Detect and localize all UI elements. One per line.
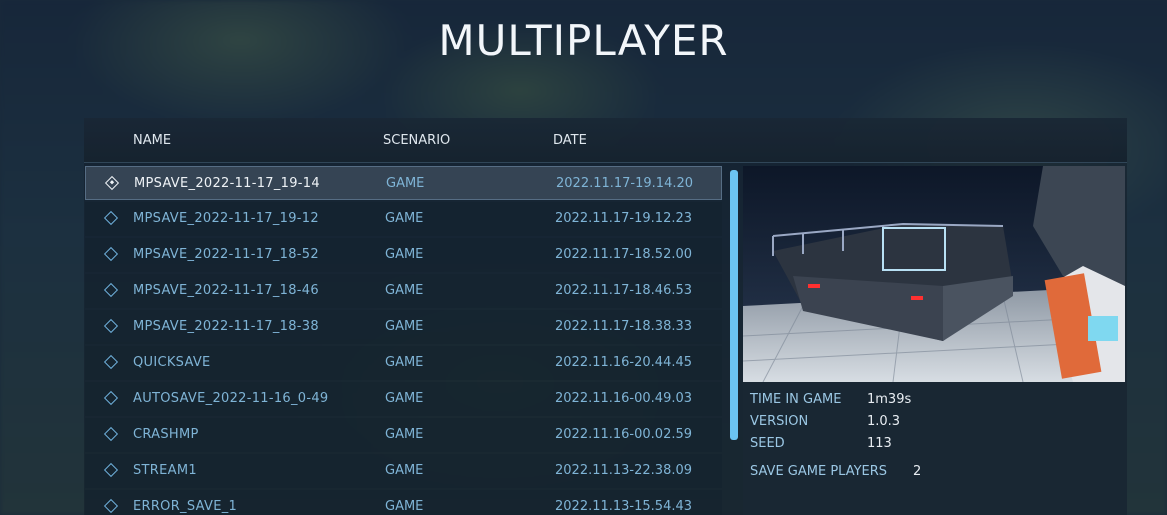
time-in-game-value: 1m39s xyxy=(867,392,912,407)
save-name: AUTOSAVE_2022-11-16_0-49 xyxy=(133,391,329,406)
seed-label: SEED xyxy=(750,436,785,451)
save-scenario: GAME xyxy=(385,247,424,262)
save-date: 2022.11.16-20.44.45 xyxy=(555,355,693,370)
column-header-date[interactable]: DATE xyxy=(553,133,587,148)
page-title: MULTIPLAYER xyxy=(438,16,729,65)
save-scenario: GAME xyxy=(386,176,425,191)
save-date: 2022.11.17-19.12.23 xyxy=(555,211,693,226)
column-header-name[interactable]: NAME xyxy=(133,133,171,148)
diamond-icon xyxy=(103,498,119,514)
save-row[interactable]: CRASHMP GAME 2022.11.16-00.02.59 xyxy=(85,418,722,452)
version-value: 1.0.3 xyxy=(867,414,901,429)
diamond-icon xyxy=(103,462,119,478)
save-name: MPSAVE_2022-11-17_19-14 xyxy=(134,176,320,191)
save-name: MPSAVE_2022-11-17_18-46 xyxy=(133,283,319,298)
save-name: QUICKSAVE xyxy=(133,355,211,370)
save-scenario: GAME xyxy=(385,355,424,370)
save-game-players-value: 2 xyxy=(913,464,922,479)
column-header-scenario[interactable]: SCENARIO xyxy=(383,133,450,148)
save-row[interactable]: ERROR_SAVE_1 GAME 2022.11.13-15.54.43 xyxy=(85,490,722,515)
save-name: CRASHMP xyxy=(133,427,199,442)
save-row[interactable]: QUICKSAVE GAME 2022.11.16-20.44.45 xyxy=(85,346,722,380)
save-row[interactable]: MPSAVE_2022-11-17_19-14 GAME 2022.11.17-19… xyxy=(85,166,722,200)
save-name: MPSAVE_2022-11-17_19-12 xyxy=(133,211,319,226)
save-game-players-label: SAVE GAME PLAYERS xyxy=(750,464,888,479)
table-header: NAME SCENARIO DATE xyxy=(84,118,1127,163)
save-scenario: GAME xyxy=(385,319,424,334)
diamond-icon xyxy=(103,426,119,442)
save-date: 2022.11.13-22.38.09 xyxy=(555,463,693,478)
save-date: 2022.11.16-00.02.59 xyxy=(555,427,693,442)
diamond-icon xyxy=(103,390,119,406)
save-scenario: GAME xyxy=(385,211,424,226)
save-scenario: GAME xyxy=(385,283,424,298)
save-browser-panel: NAME SCENARIO DATE MPSAVE_2022-11-17_19-… xyxy=(84,118,1127,515)
diamond-icon xyxy=(103,210,119,226)
save-date: 2022.11.17-18.46.53 xyxy=(555,283,693,298)
save-row[interactable]: MPSAVE_2022-11-17_18-38 GAME 2022.11.17-18… xyxy=(85,310,722,344)
save-name: ERROR_SAVE_1 xyxy=(133,499,238,514)
save-scenario: GAME xyxy=(385,427,424,442)
save-date: 2022.11.16-00.49.03 xyxy=(555,391,693,406)
version-label: VERSION xyxy=(750,414,809,429)
save-scenario: GAME xyxy=(385,463,424,478)
diamond-icon xyxy=(103,246,119,262)
save-date: 2022.11.17-18.52.00 xyxy=(555,247,693,262)
diamond-icon xyxy=(104,175,120,191)
save-name: MPSAVE_2022-11-17_18-52 xyxy=(133,247,319,262)
save-row[interactable]: MPSAVE_2022-11-17_19-12 GAME 2022.11.17-19… xyxy=(85,202,722,236)
save-date: 2022.11.17-18.38.33 xyxy=(555,319,693,334)
save-list: MPSAVE_2022-11-17_19-14 GAME 2022.11.17-19… xyxy=(85,166,722,515)
save-row[interactable]: MPSAVE_2022-11-17_18-46 GAME 2022.11.17-18… xyxy=(85,274,722,308)
save-name: MPSAVE_2022-11-17_18-38 xyxy=(133,319,319,334)
save-details-panel: TIME IN GAME 1m39s VERSION 1.0.3 SEED 11… xyxy=(743,166,1127,515)
diamond-icon xyxy=(103,354,119,370)
save-row[interactable]: STREAM1 GAME 2022.11.13-22.38.09 xyxy=(85,454,722,488)
save-name: STREAM1 xyxy=(133,463,197,478)
save-scenario: GAME xyxy=(385,391,424,406)
diamond-icon xyxy=(103,282,119,298)
list-scrollbar[interactable] xyxy=(730,170,738,440)
diamond-icon xyxy=(103,318,119,334)
save-date: 2022.11.17-19.14.20 xyxy=(556,176,694,191)
save-preview-image xyxy=(743,166,1125,382)
save-scenario: GAME xyxy=(385,499,424,514)
save-date: 2022.11.13-15.54.43 xyxy=(555,499,693,514)
save-row[interactable]: MPSAVE_2022-11-17_18-52 GAME 2022.11.17-18… xyxy=(85,238,722,272)
seed-value: 113 xyxy=(867,436,892,451)
time-in-game-label: TIME IN GAME xyxy=(750,392,842,407)
save-row[interactable]: AUTOSAVE_2022-11-16_0-49 GAME 2022.11.16-0… xyxy=(85,382,722,416)
